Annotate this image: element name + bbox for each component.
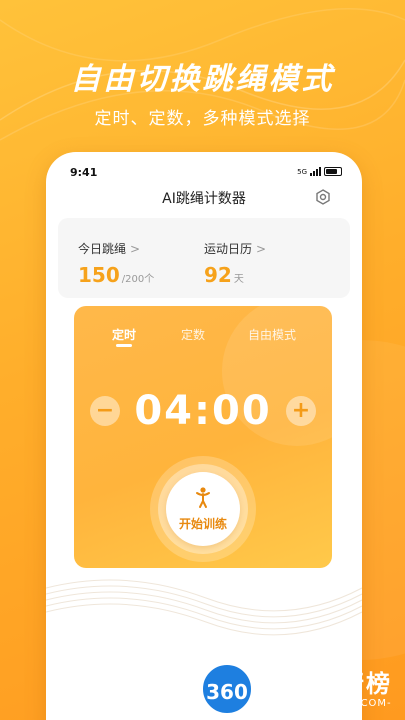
tab-count[interactable]: 定数	[181, 326, 205, 343]
signal-icon	[310, 167, 321, 176]
jump-rope-icon	[196, 487, 210, 508]
status-time: 9:41	[70, 166, 98, 179]
watermark-title: 网站排行榜	[262, 670, 392, 698]
today-jump-unit: /200个	[121, 274, 155, 285]
start-training-button[interactable]: 开始训练	[166, 472, 240, 546]
watermark-logo: 360	[200, 662, 254, 716]
chevron-right-icon: >	[256, 242, 267, 256]
phone-screen: 9:41 5G AI跳绳计数器 今日跳绳 > 150/200个 运动日历 > 92 天…	[46, 152, 362, 720]
status-bar: 9:41 5G	[70, 166, 342, 180]
tab-timed[interactable]: 定时	[112, 326, 136, 343]
calendar-unit: 天	[233, 274, 244, 285]
timer-card: 定时 定数 自由模式 − 04:00 + 开始训练	[74, 306, 332, 568]
site-watermark: 360 网站排行榜 -WANGZHAN360.COM-	[200, 662, 400, 720]
network-label: 5G	[297, 167, 307, 176]
tab-free-mode[interactable]: 自由模式	[248, 326, 296, 343]
settings-icon[interactable]	[314, 188, 332, 206]
exercise-calendar-stat[interactable]: 运动日历 > 92 天	[204, 238, 266, 287]
promo-subline: 定时、定数，多种模式选择	[94, 109, 311, 129]
today-jump-label: 今日跳绳	[78, 242, 127, 256]
active-tab-indicator	[116, 344, 132, 347]
mode-tabs: 定时 定数 自由模式	[74, 326, 332, 350]
watermark-subtitle: -WANGZHAN360.COM-	[262, 698, 392, 709]
start-training-label: 开始训练	[178, 517, 227, 531]
start-button-ring: 开始训练	[150, 456, 256, 562]
today-jump-stat[interactable]: 今日跳绳 > 150/200个	[78, 238, 154, 287]
today-jump-value: 150	[78, 263, 120, 287]
decorative-lines	[46, 579, 362, 636]
increase-time-button[interactable]: +	[286, 396, 316, 426]
battery-icon	[324, 167, 342, 176]
calendar-label: 运动日历	[204, 242, 253, 256]
calendar-value: 92	[204, 263, 232, 287]
stats-card: 今日跳绳 > 150/200个 运动日历 > 92 天	[58, 218, 350, 298]
chevron-right-icon: >	[130, 242, 141, 256]
promo-headline: 自由切换跳绳模式	[70, 62, 335, 97]
